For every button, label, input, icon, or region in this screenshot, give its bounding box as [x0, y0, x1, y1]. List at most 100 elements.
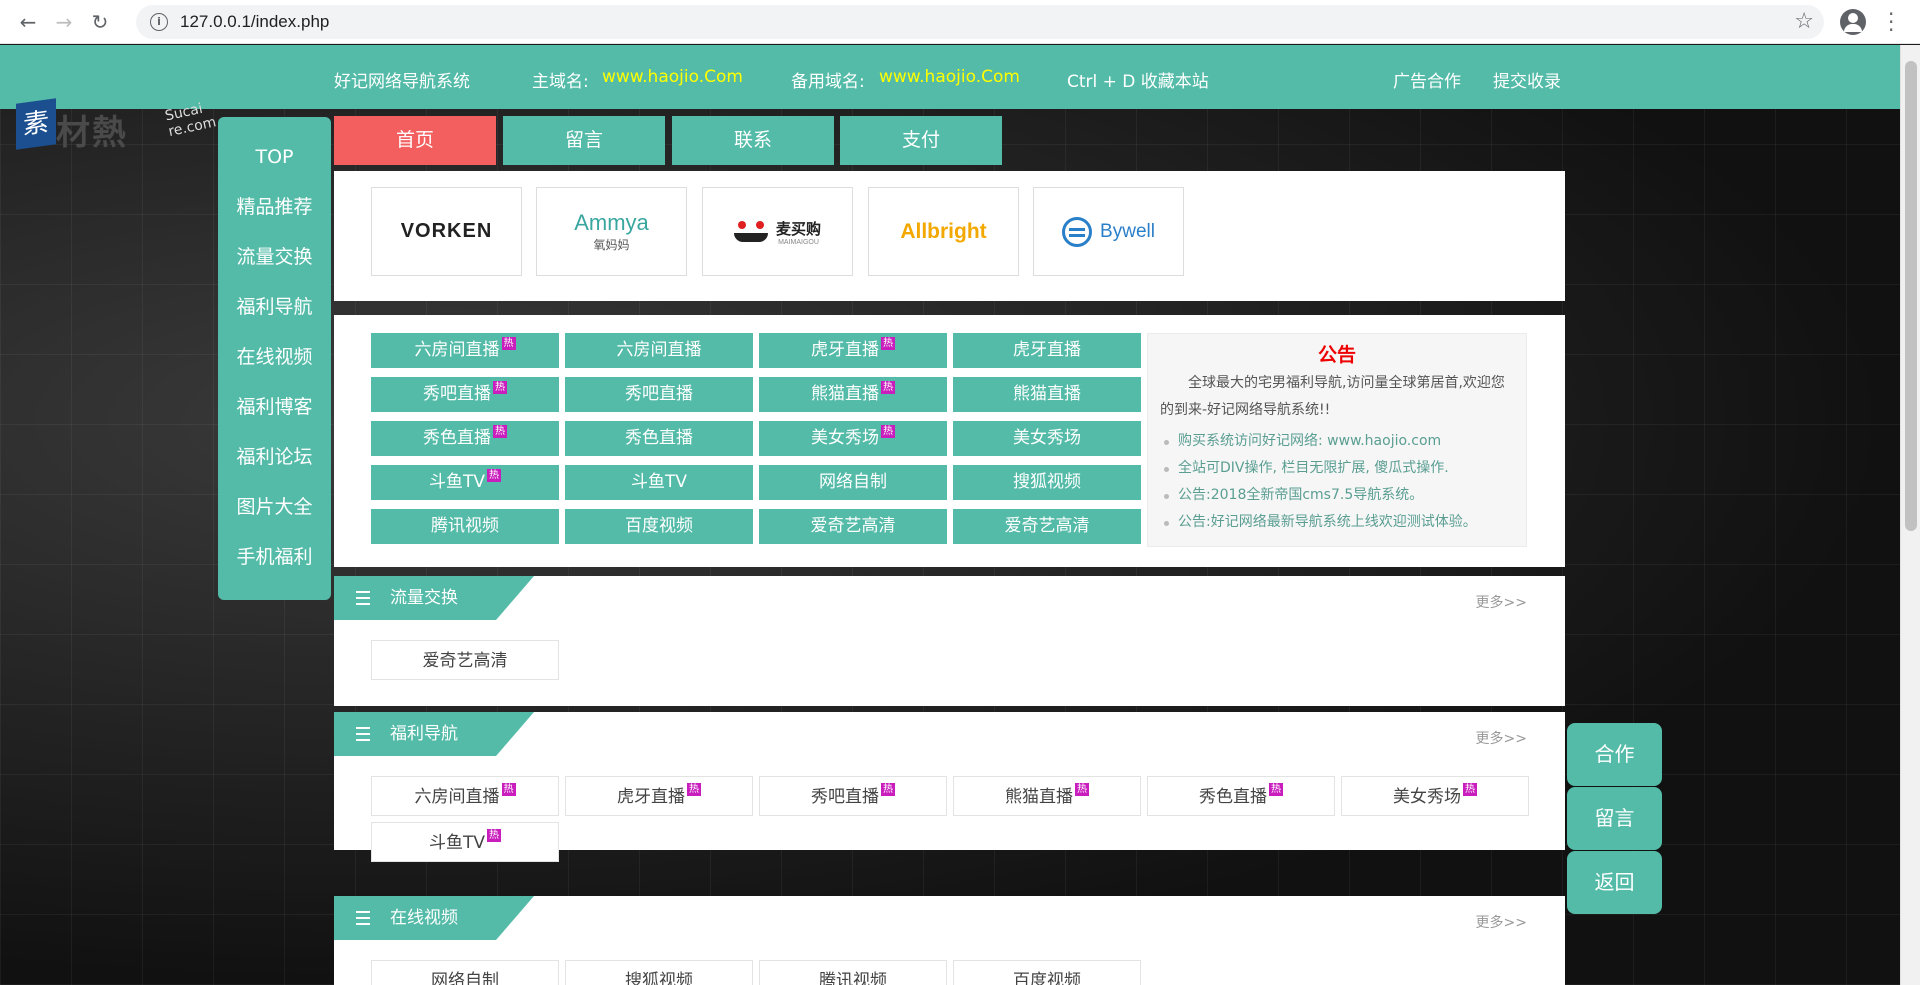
side-nav-mobile[interactable]: 手机福利	[218, 532, 331, 582]
page-viewport: 好记网络导航系统 主域名: www.haojio.Com 备用域名: www.h…	[0, 45, 1900, 985]
quick-link-button[interactable]: 百度视频	[565, 509, 753, 544]
logo-vorken-text: VORKEN	[400, 220, 493, 242]
quick-link-button[interactable]: 爱奇艺高清	[759, 509, 947, 544]
quick-link-button[interactable]: 网络自制	[759, 465, 947, 500]
logo-bywell[interactable]: Bywell	[1033, 187, 1184, 276]
section-link-button[interactable]: 秀色直播热	[1147, 776, 1335, 816]
address-bar[interactable]: i 127.0.0.1/index.php ☆	[136, 5, 1824, 39]
section-link-button[interactable]: 百度视频	[953, 960, 1141, 985]
logo-vorken[interactable]: VORKEN	[371, 187, 522, 276]
link-label: 秀色直播	[423, 428, 491, 448]
quick-link-button[interactable]: 美女秀场热	[759, 421, 947, 456]
quick-link-button[interactable]: 虎牙直播热	[759, 333, 947, 368]
quick-link-button[interactable]: 虎牙直播	[953, 333, 1141, 368]
quick-link-button[interactable]: 六房间直播	[565, 333, 753, 368]
link-label: 虎牙直播	[1013, 340, 1081, 360]
url-text[interactable]: 127.0.0.1/index.php	[180, 12, 329, 32]
quick-link-button[interactable]: 斗鱼TV 热	[371, 465, 559, 500]
notice-item[interactable]: 购买系统访问好记网络: www.haojio.com	[1160, 428, 1514, 455]
quick-link-button[interactable]: 腾讯视频	[371, 509, 559, 544]
section-link-button[interactable]: 斗鱼TV 热	[371, 822, 559, 862]
logo-maimaigou-text: 麦买购	[775, 220, 821, 238]
tab-contact[interactable]: 联系	[672, 116, 834, 165]
quick-link-button[interactable]: 斗鱼TV	[565, 465, 753, 500]
more-link[interactable]: 更多>>	[1476, 912, 1527, 932]
account-icon[interactable]	[1840, 9, 1866, 35]
side-nav-welfare-nav[interactable]: 福利导航	[218, 282, 331, 332]
tab-pay[interactable]: 支付	[840, 116, 1002, 165]
info-icon[interactable]: i	[150, 13, 168, 31]
quick-link-button[interactable]: 秀色直播热	[371, 421, 559, 456]
section-link-button[interactable]: 网络自制	[371, 960, 559, 985]
watermark-logo-mark: 素	[16, 98, 56, 150]
section-link-button[interactable]: 虎牙直播热	[565, 776, 753, 816]
quick-link-button[interactable]: 秀吧直播热	[371, 377, 559, 412]
quick-link-button[interactable]: 熊猫直播热	[759, 377, 947, 412]
side-nav-forum[interactable]: 福利论坛	[218, 432, 331, 482]
hot-badge: 热	[487, 469, 501, 482]
submit-link[interactable]: 提交收录	[1493, 67, 1561, 92]
section-link-button[interactable]: 六房间直播热	[371, 776, 559, 816]
notice-item[interactable]: 公告:2018全新帝国cms7.5导航系统。	[1160, 482, 1514, 509]
link-label: 搜狐视频	[625, 971, 693, 985]
ad-link[interactable]: 广告合作	[1393, 67, 1461, 92]
bookmark-star-icon[interactable]: ☆	[1794, 9, 1814, 34]
link-label: 爱奇艺高清	[810, 516, 896, 536]
reload-icon[interactable]: ↻	[82, 4, 118, 40]
section-link-button[interactable]: 美女秀场热	[1341, 776, 1529, 816]
float-message-button[interactable]: 留言	[1567, 787, 1662, 850]
quick-link-button[interactable]: 爱奇艺高清	[953, 509, 1141, 544]
logo-ammya[interactable]: Ammya 氧妈妈	[536, 187, 687, 276]
side-nav-top[interactable]: TOP	[218, 132, 331, 182]
section-link-button[interactable]: 熊猫直播热	[953, 776, 1141, 816]
side-nav-traffic[interactable]: 流量交换	[218, 232, 331, 282]
site-name[interactable]: 好记网络导航系统	[334, 67, 470, 92]
tab-home[interactable]: 首页	[334, 116, 496, 165]
backup-domain-link[interactable]: www.haojio.Com	[879, 67, 1020, 87]
hot-badge: 热	[881, 337, 895, 350]
side-nav-blog[interactable]: 福利博客	[218, 382, 331, 432]
section-link-button[interactable]: 搜狐视频	[565, 960, 753, 985]
link-label: 六房间直播	[414, 787, 500, 807]
hot-badge: 热	[493, 381, 507, 394]
forward-arrow-icon[interactable]: →	[46, 4, 82, 40]
notice-item[interactable]: 公告:好记网络最新导航系统上线欢迎测试体验。	[1160, 509, 1514, 536]
quick-link-button[interactable]: 秀色直播	[565, 421, 753, 456]
side-nav-featured[interactable]: 精品推荐	[218, 182, 331, 232]
quick-link-button[interactable]: 熊猫直播	[953, 377, 1141, 412]
section-link-button[interactable]: 秀吧直播热	[759, 776, 947, 816]
notice-item[interactable]: 全站可DIV操作, 栏目无限扩展, 傻瓜式操作.	[1160, 455, 1514, 482]
link-label: 斗鱼TV	[428, 472, 485, 492]
notice-list: 购买系统访问好记网络: www.haojio.com 全站可DIV操作, 栏目无…	[1160, 428, 1514, 536]
scrollbar[interactable]	[1900, 45, 1920, 985]
link-label: 百度视频	[1013, 971, 1081, 985]
side-nav-pictures[interactable]: 图片大全	[218, 482, 331, 532]
hot-badge: 热	[881, 381, 895, 394]
quick-link-button[interactable]: 美女秀场	[953, 421, 1141, 456]
quick-link-button[interactable]: 秀吧直播	[565, 377, 753, 412]
main-domain-link[interactable]: www.haojio.Com	[602, 67, 743, 87]
hot-badge: 热	[881, 783, 895, 796]
section-header: 在线视频	[334, 896, 534, 940]
menu-dots-icon[interactable]: · · ·	[1888, 4, 1894, 40]
logo-allbright[interactable]: Allbright	[868, 187, 1019, 276]
section-link-button[interactable]: 腾讯视频	[759, 960, 947, 985]
section-link-button[interactable]: 爱奇艺高清	[371, 640, 559, 680]
float-cooperate-button[interactable]: 合作	[1567, 723, 1662, 786]
quick-link-button[interactable]: 六房间直播热	[371, 333, 559, 368]
link-label: 秀色直播	[625, 428, 693, 448]
quick-link-button[interactable]: 搜狐视频	[953, 465, 1141, 500]
menu-lines-icon	[356, 911, 370, 925]
more-link[interactable]: 更多>>	[1476, 592, 1527, 612]
logo-maimaigou[interactable]: 麦买购 MAIMAIGOU	[702, 187, 853, 276]
more-link[interactable]: 更多>>	[1476, 728, 1527, 748]
float-back-button[interactable]: 返回	[1567, 851, 1662, 914]
tab-message[interactable]: 留言	[503, 116, 665, 165]
browser-toolbar: ← → ↻ i 127.0.0.1/index.php ☆ · · ·	[0, 0, 1920, 44]
section-title: 在线视频	[390, 908, 458, 928]
back-arrow-icon[interactable]: ←	[10, 4, 46, 40]
bookmark-hint: Ctrl + D 收藏本站	[1067, 72, 1209, 92]
side-nav-online-video[interactable]: 在线视频	[218, 332, 331, 382]
scrollbar-thumb[interactable]	[1905, 61, 1917, 531]
link-label: 腾讯视频	[431, 516, 499, 536]
